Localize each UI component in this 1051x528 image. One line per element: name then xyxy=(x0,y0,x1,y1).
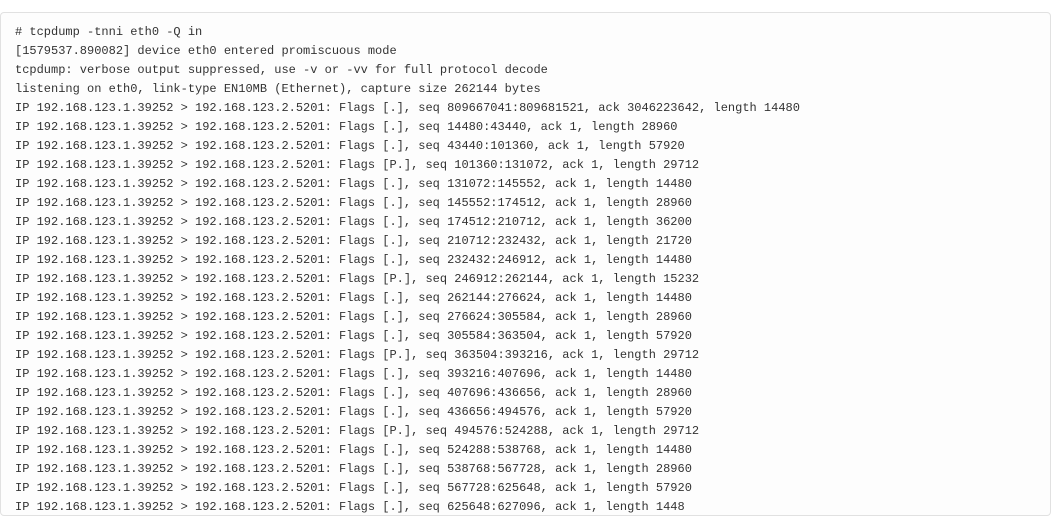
packet-line: IP 192.168.123.1.39252 > 192.168.123.2.5… xyxy=(15,367,692,381)
packet-line: IP 192.168.123.1.39252 > 192.168.123.2.5… xyxy=(15,348,699,362)
packet-line: IP 192.168.123.1.39252 > 192.168.123.2.5… xyxy=(15,329,692,343)
packet-line: IP 192.168.123.1.39252 > 192.168.123.2.5… xyxy=(15,177,692,191)
packet-line: IP 192.168.123.1.39252 > 192.168.123.2.5… xyxy=(15,196,692,210)
listening-msg: listening on eth0, link-type EN10MB (Eth… xyxy=(15,82,541,96)
packet-line: IP 192.168.123.1.39252 > 192.168.123.2.5… xyxy=(15,234,692,248)
packet-line: IP 192.168.123.1.39252 > 192.168.123.2.5… xyxy=(15,253,692,267)
command-line: # tcpdump -tnni eth0 -Q in xyxy=(15,25,202,39)
packet-line: IP 192.168.123.1.39252 > 192.168.123.2.5… xyxy=(15,158,699,172)
packet-line: IP 192.168.123.1.39252 > 192.168.123.2.5… xyxy=(15,500,685,514)
packet-line: IP 192.168.123.1.39252 > 192.168.123.2.5… xyxy=(15,462,692,476)
packet-line: IP 192.168.123.1.39252 > 192.168.123.2.5… xyxy=(15,120,678,134)
terminal-output: # tcpdump -tnni eth0 -Q in [1579537.8900… xyxy=(0,12,1051,516)
promisc-msg: [1579537.890082] device eth0 entered pro… xyxy=(15,44,397,58)
packet-line: IP 192.168.123.1.39252 > 192.168.123.2.5… xyxy=(15,101,800,115)
packet-line: IP 192.168.123.1.39252 > 192.168.123.2.5… xyxy=(15,272,699,286)
packet-line: IP 192.168.123.1.39252 > 192.168.123.2.5… xyxy=(15,291,692,305)
packet-line: IP 192.168.123.1.39252 > 192.168.123.2.5… xyxy=(15,481,692,495)
packet-line: IP 192.168.123.1.39252 > 192.168.123.2.5… xyxy=(15,310,692,324)
suppressed-msg: tcpdump: verbose output suppressed, use … xyxy=(15,63,548,77)
packet-line: IP 192.168.123.1.39252 > 192.168.123.2.5… xyxy=(15,424,699,438)
packet-line: IP 192.168.123.1.39252 > 192.168.123.2.5… xyxy=(15,386,692,400)
packet-line: IP 192.168.123.1.39252 > 192.168.123.2.5… xyxy=(15,139,685,153)
packet-line: IP 192.168.123.1.39252 > 192.168.123.2.5… xyxy=(15,405,692,419)
packet-line: IP 192.168.123.1.39252 > 192.168.123.2.5… xyxy=(15,443,692,457)
packet-line: IP 192.168.123.1.39252 > 192.168.123.2.5… xyxy=(15,215,692,229)
